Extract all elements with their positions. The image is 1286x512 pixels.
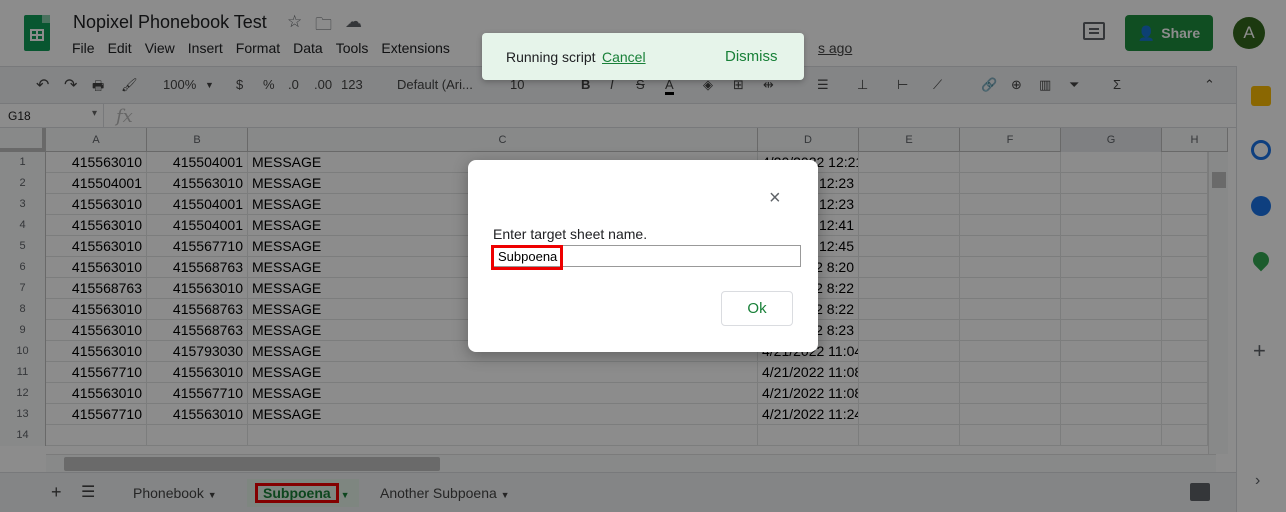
cancel-script-link[interactable]: Cancel (602, 49, 646, 65)
toast-message: Running script (506, 49, 596, 65)
dismiss-button[interactable]: Dismiss (725, 48, 778, 65)
sheet-name-input[interactable] (493, 245, 801, 267)
close-icon[interactable]: × (769, 188, 781, 208)
prompt-dialog: × Enter target sheet name. Ok (468, 160, 818, 352)
ok-button[interactable]: Ok (721, 291, 793, 326)
running-script-toast: Running script Cancel Dismiss (482, 33, 804, 80)
dialog-prompt: Enter target sheet name. (493, 226, 648, 242)
